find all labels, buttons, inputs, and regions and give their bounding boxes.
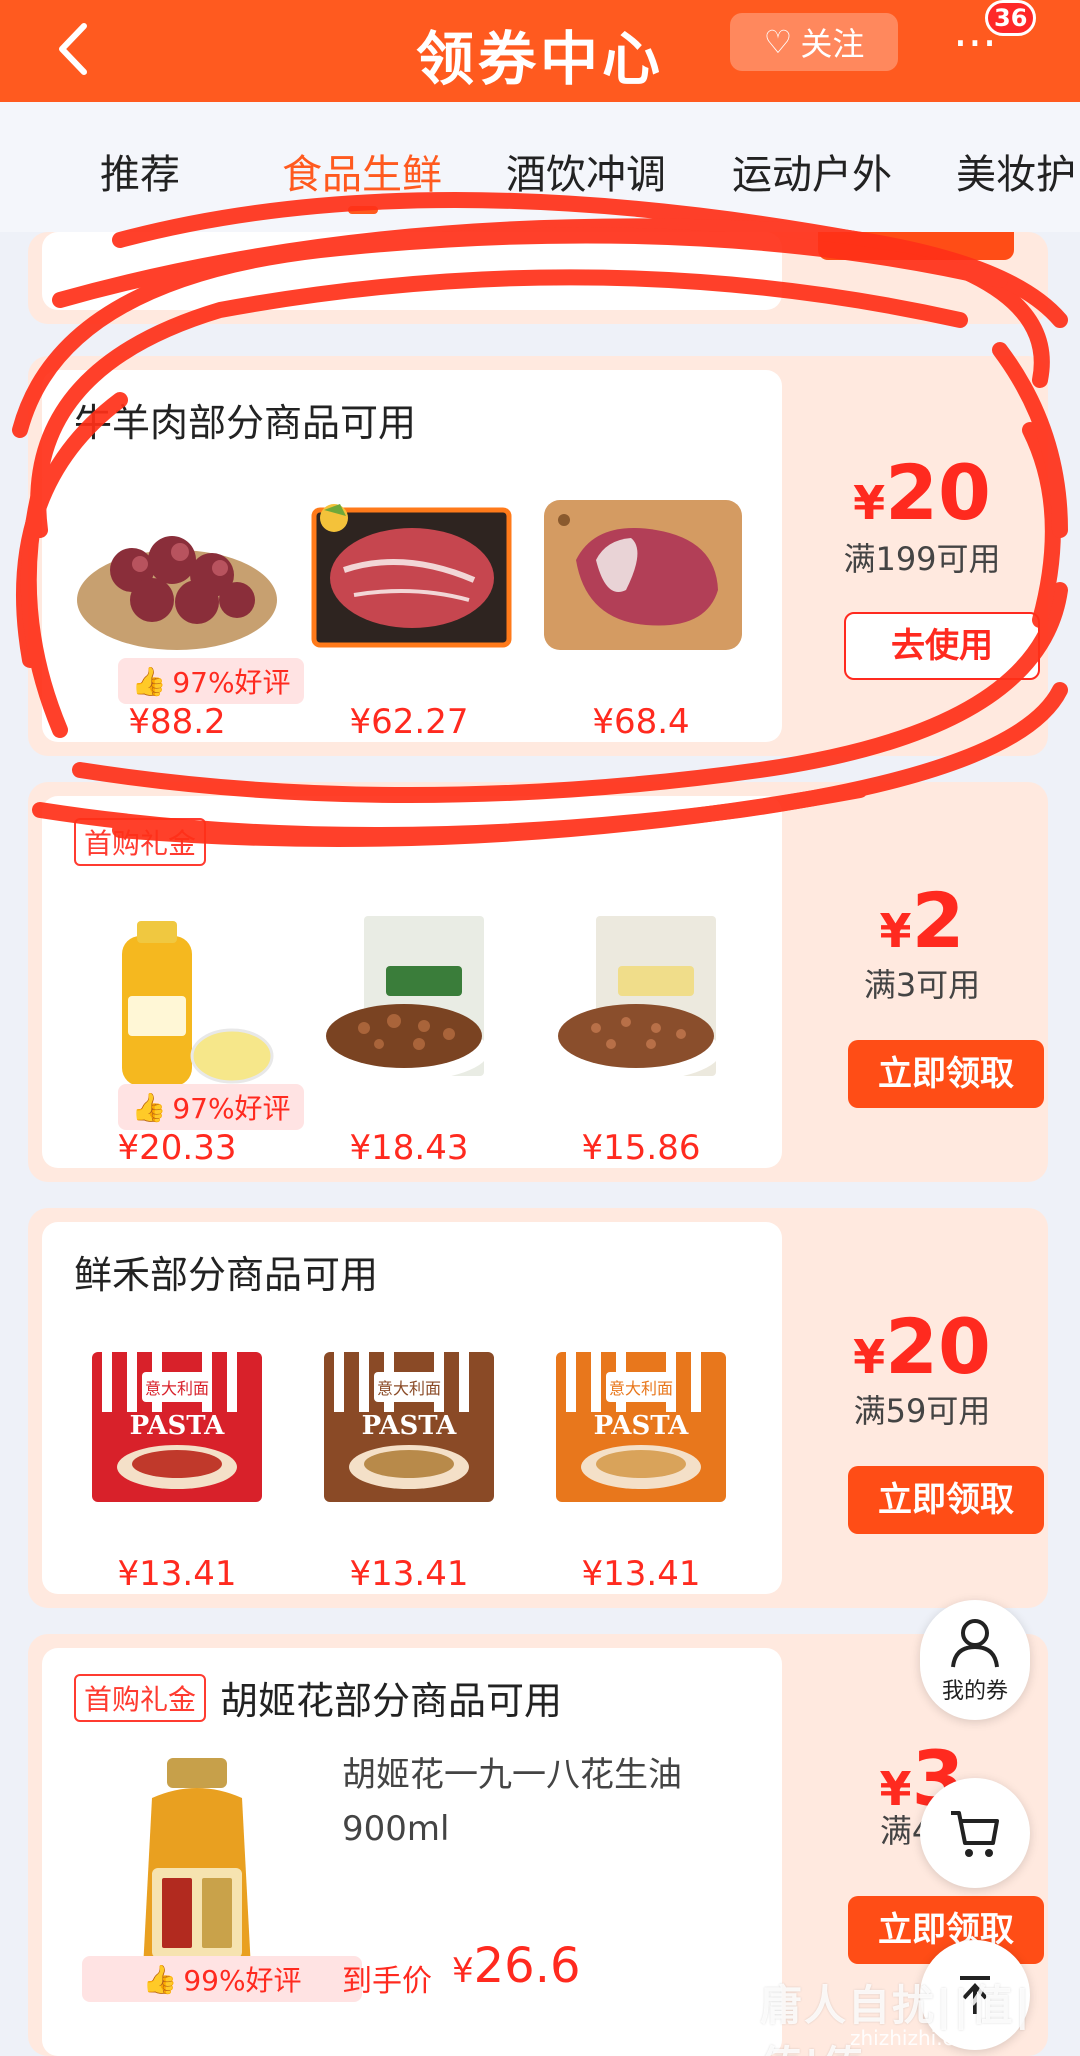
- rating-badge: 👍 97%好评: [118, 1084, 304, 1130]
- product-item[interactable]: 👍 97%好评 ¥88.2: [62, 490, 304, 750]
- svg-text:PASTA: PASTA: [362, 1411, 458, 1441]
- thumbs-up-icon: 👍: [131, 1090, 167, 1124]
- heart-plus-icon: ♡: [763, 23, 793, 61]
- product-price: ¥20.33: [117, 1128, 237, 1168]
- product-name[interactable]: 胡姬花一九一八花生油900ml: [342, 1748, 762, 1856]
- product-item[interactable]: 意大利面 PASTA ¥13.41: [526, 1342, 756, 1602]
- rating-badge: 👍 97%好评: [118, 658, 304, 704]
- category-tabs: 推荐 食品生鲜 酒饮冲调 运动户外 美妆护: [0, 102, 1080, 232]
- partial-claim-button[interactable]: [818, 232, 1014, 260]
- product-image-beef-cubes: [77, 536, 277, 650]
- message-count-badge: 36: [985, 0, 1037, 36]
- product-image-lamb: [544, 500, 742, 650]
- watermark-url: zhizhizhi.com: [850, 2026, 986, 2050]
- product-price: ¥13.41: [117, 1554, 237, 1594]
- thumbs-up-icon: 👍: [142, 1962, 178, 1996]
- first-purchase-tag: 首购礼金: [74, 818, 207, 866]
- product-image-walnut-nuts: [551, 916, 721, 1081]
- coupon-title: 鲜禾部分商品可用: [74, 1253, 379, 1297]
- cart-button[interactable]: [920, 1778, 1030, 1888]
- follow-button[interactable]: ♡ 关注: [730, 13, 898, 71]
- my-coupons-button[interactable]: 我的券: [920, 1600, 1030, 1720]
- coupon-card-partial: [28, 232, 1048, 324]
- coupon-value-panel: ¥20 满199可用 去使用: [796, 356, 1048, 756]
- coupon-value-panel: ¥20 满59可用 立即领取: [796, 1208, 1048, 1608]
- product-price: ¥13.41: [581, 1554, 701, 1594]
- cart-icon: [951, 1811, 999, 1857]
- product-item[interactable]: 👍 97%好评 ¥20.33: [62, 916, 304, 1176]
- product-list: 意大利面 PASTA ¥13.41 意大利面 PASTA ¥13.41 意大利面…: [62, 1342, 762, 1602]
- product-price: ¥88.2: [128, 702, 226, 742]
- tab-drinks[interactable]: 酒饮冲调: [506, 142, 666, 200]
- product-price: ¥18.43: [349, 1128, 469, 1168]
- active-tab-indicator: [348, 206, 378, 214]
- tab-sports[interactable]: 运动户外: [732, 142, 892, 200]
- product-item[interactable]: ¥18.43: [294, 916, 524, 1176]
- product-price: ¥68.4: [592, 702, 690, 742]
- rating-badge: 👍 99%好评: [82, 1956, 362, 2002]
- product-item[interactable]: ¥62.27: [294, 490, 524, 750]
- coupon-card-nuts: 首购礼金 👍 97%好评 ¥20.33 ¥18.43 ¥15.86 ¥2 满3可…: [28, 782, 1048, 1182]
- follow-label: 关注: [800, 25, 865, 63]
- svg-text:意大利面: 意大利面: [377, 1379, 441, 1398]
- thumbs-up-icon: 👍: [131, 664, 167, 698]
- product-image-pasta-red: 意大利面 PASTA: [92, 1352, 262, 1502]
- coupon-condition: 满59可用: [853, 1392, 991, 1430]
- product-image-honey: [122, 921, 274, 1086]
- coupon-value-panel: ¥2 满3可用 立即领取: [796, 782, 1048, 1182]
- coupon-condition: 满199可用: [843, 540, 1001, 578]
- coupon-condition: 满3可用: [863, 966, 981, 1004]
- tab-recommend[interactable]: 推荐: [100, 142, 180, 200]
- use-coupon-button[interactable]: 去使用: [844, 612, 1040, 680]
- coupon-card-body: 首购礼金 👍 97%好评 ¥20.33 ¥18.43 ¥15.86: [42, 796, 782, 1168]
- product-list: 👍 97%好评 ¥88.2 ¥62.27 ¥68.4: [62, 490, 762, 750]
- coupon-amount: ¥20: [853, 1302, 991, 1391]
- coupon-card-partial-body: [42, 232, 782, 310]
- product-item[interactable]: 意大利面 PASTA ¥13.41: [294, 1342, 524, 1602]
- coupon-card-body: 鲜禾部分商品可用 意大利面 PASTA ¥13.41 意大利面 PASTA ¥1…: [42, 1222, 782, 1594]
- coupon-title: 牛羊肉部分商品可用: [74, 401, 417, 445]
- product-image-pecan-nuts: [319, 916, 489, 1081]
- first-purchase-tag: 首购礼金: [74, 1673, 207, 1722]
- product-image-pasta-orange: 意大利面 PASTA: [556, 1352, 726, 1502]
- coupon-card-body: 首购礼金 胡姬花部分商品可用 👍 99%好评 胡姬花一九一八花生油900ml 到…: [42, 1648, 782, 2056]
- svg-text:意大利面: 意大利面: [145, 1379, 209, 1398]
- product-image-steak: [311, 504, 512, 648]
- user-icon: [951, 1619, 999, 1668]
- tab-food-fresh[interactable]: 食品生鲜: [282, 142, 442, 200]
- final-price: ¥26.6: [452, 1938, 581, 1994]
- claim-coupon-button[interactable]: 立即领取: [848, 1040, 1044, 1108]
- svg-text:PASTA: PASTA: [130, 1411, 226, 1441]
- svg-text:意大利面: 意大利面: [609, 1379, 673, 1398]
- page-title: 领券中心: [415, 25, 664, 93]
- coupon-title: 首购礼金 胡姬花部分商品可用: [74, 1670, 562, 1725]
- coupon-amount: ¥2: [879, 876, 965, 965]
- product-price: ¥15.86: [581, 1128, 701, 1168]
- coupon-card-body: 牛羊肉部分商品可用 👍 97%好评 ¥88.2 ¥62.27 ¥68.4: [42, 370, 782, 742]
- svg-text:PASTA: PASTA: [594, 1411, 690, 1441]
- final-price-label: 到手价: [342, 1964, 432, 1999]
- product-price: ¥13.41: [349, 1554, 469, 1594]
- product-list: 👍 97%好评 ¥20.33 ¥18.43 ¥15.86: [62, 916, 762, 1176]
- product-image-pasta-brown: 意大利面 PASTA: [324, 1352, 494, 1502]
- coupon-card-xianhe: 鲜禾部分商品可用 意大利面 PASTA ¥13.41 意大利面 PASTA ¥1…: [28, 1208, 1048, 1608]
- tab-beauty[interactable]: 美妆护: [956, 142, 1076, 200]
- product-item[interactable]: ¥68.4: [526, 490, 756, 750]
- product-item[interactable]: ¥15.86: [526, 916, 756, 1176]
- coupon-amount: ¥20: [853, 448, 991, 537]
- product-price: ¥62.27: [349, 702, 469, 742]
- claim-coupon-button[interactable]: 立即领取: [848, 1466, 1044, 1534]
- coupon-card-beef-lamb: 牛羊肉部分商品可用 👍 97%好评 ¥88.2 ¥62.27 ¥68.4 ¥20…: [28, 356, 1048, 756]
- top-bar: 领券中心 ♡ 关注 ··· 36: [0, 0, 1080, 102]
- coupon-title: 首购礼金: [74, 818, 220, 866]
- product-item[interactable]: 意大利面 PASTA ¥13.41: [62, 1342, 292, 1602]
